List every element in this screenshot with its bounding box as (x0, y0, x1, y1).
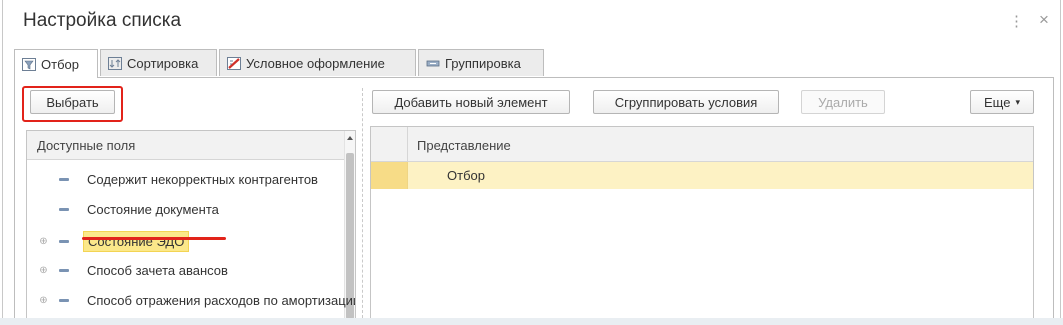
more-button[interactable]: Еще ▾ (970, 90, 1034, 114)
filter-table[interactable]: Представление Отбор (370, 126, 1034, 318)
list-item[interactable]: ⊕ Способ отражения расходов по амортизац… (27, 289, 355, 311)
group-conditions-button[interactable]: Сгруппировать условия (593, 90, 779, 114)
expand-plus-icon[interactable]: ⊕ (39, 236, 48, 246)
field-dash-icon (59, 239, 69, 243)
scroll-up-icon[interactable] (347, 136, 353, 140)
field-dash-icon (59, 207, 69, 211)
tab-bar: Отбор Сортировка Условное оформление Гру… (14, 49, 1054, 78)
panel-splitter[interactable] (362, 88, 363, 318)
conditional-format-icon (227, 56, 241, 70)
header-check-column (371, 127, 408, 162)
list-item-label: Состояние документа (87, 201, 219, 217)
tab-filter[interactable]: Отбор (14, 49, 98, 78)
available-fields-list[interactable]: Доступные поля Содержит некорректных кон… (26, 130, 356, 318)
list-item-label: Способ зачета авансов (87, 262, 228, 278)
list-item[interactable]: Содержит некорректных контрагентов (27, 168, 345, 190)
more-actions-icon[interactable]: ⋮ (1009, 12, 1024, 30)
list-item[interactable]: Состояние документа (27, 198, 345, 220)
list-item[interactable]: ⊕ Способ зачета авансов (27, 259, 345, 281)
field-dash-icon (59, 268, 69, 272)
row-check-cell[interactable] (371, 162, 408, 189)
list-item-label: Способ отражения расходов по амортизации (87, 292, 356, 308)
column-header-representation[interactable]: Представление (417, 138, 511, 153)
field-dash-icon (59, 298, 69, 302)
expand-plus-icon[interactable]: ⊕ (39, 265, 48, 275)
field-dash-icon (59, 177, 69, 181)
table-row-label: Отбор (447, 168, 485, 183)
tab-label: Отбор (41, 56, 79, 72)
highlight-underline-annotation (82, 237, 226, 240)
list-item-label: Состояние ЭДО (83, 230, 190, 252)
tab-grouping[interactable]: Группировка (418, 49, 544, 76)
add-element-button[interactable]: Добавить новый элемент (372, 90, 570, 114)
window-title: Настройка списка (23, 10, 182, 31)
filter-icon (22, 57, 36, 71)
tab-conditional-format[interactable]: Условное оформление (219, 49, 416, 76)
grouping-icon (426, 60, 440, 66)
list-item-label: Содержит некорректных контрагентов (87, 171, 318, 187)
tab-label: Сортировка (127, 55, 199, 71)
select-button-annotation (22, 86, 123, 122)
list-item-highlighted[interactable]: ⊕ Состояние ЭДО (27, 230, 345, 252)
table-row[interactable]: Отбор (371, 162, 1033, 189)
bottom-strip (0, 318, 1063, 325)
more-button-label: Еще (984, 94, 1011, 110)
tab-sort[interactable]: Сортировка (100, 49, 217, 76)
available-fields-header: Доступные поля (27, 131, 345, 160)
expand-plus-icon[interactable]: ⊕ (39, 295, 48, 305)
list-scrollbar[interactable] (344, 131, 355, 318)
sort-icon (108, 56, 122, 70)
delete-button[interactable]: Удалить (801, 90, 885, 114)
tab-label: Группировка (445, 55, 521, 71)
chevron-down-icon: ▾ (1015, 96, 1020, 107)
tab-label: Условное оформление (246, 55, 385, 71)
table-header: Представление (371, 127, 1033, 162)
close-icon[interactable]: × (1039, 10, 1049, 30)
